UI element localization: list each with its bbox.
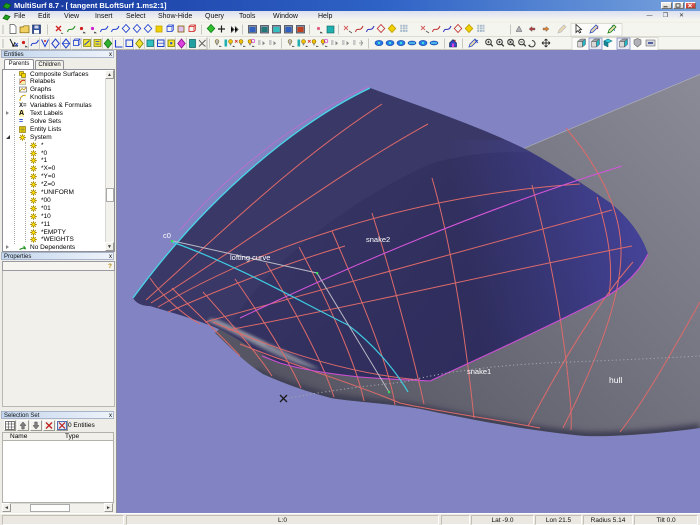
svg-text:lofting curve: lofting curve xyxy=(230,253,270,262)
svg-text:snake2: snake2 xyxy=(366,235,390,244)
svg-text:hull: hull xyxy=(609,375,622,385)
svg-text:c0: c0 xyxy=(163,231,171,240)
svg-text:snake1: snake1 xyxy=(467,367,491,376)
